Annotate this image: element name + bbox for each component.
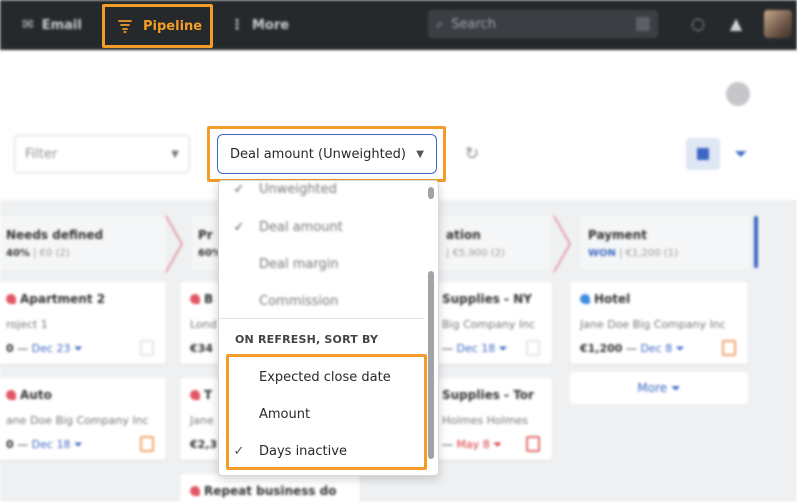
option-label: Commission bbox=[259, 293, 339, 309]
deal-org: Jane Doe Big Company Inc bbox=[580, 318, 726, 331]
stage-header[interactable]: ation | €5,900 (2) bbox=[438, 216, 550, 270]
deal-org: Holmes Holmes bbox=[442, 414, 529, 427]
deal-status-icon bbox=[190, 294, 200, 304]
search-icon: ⌕ bbox=[436, 16, 444, 32]
settings-gear-icon[interactable] bbox=[726, 82, 750, 106]
caret-down-icon: ▼ bbox=[416, 148, 424, 160]
nav-pipeline[interactable]: Pipeline bbox=[102, 4, 213, 48]
deal-card[interactable]: Supplies - NY Big Company Inc — Dec 18 ⏷ bbox=[434, 282, 552, 364]
nav-more[interactable]: ⋮ More bbox=[230, 0, 289, 50]
deal-value: 0 — Dec 18 ⏷ bbox=[6, 438, 83, 451]
deal-title: Repeat business do bbox=[190, 484, 337, 498]
deal-status-icon bbox=[6, 390, 16, 400]
deal-card[interactable]: T Jane €2,3 bbox=[180, 378, 220, 460]
deal-status-icon bbox=[580, 294, 590, 304]
dropdown-divider bbox=[219, 318, 425, 319]
deal-org: roject 1 bbox=[6, 318, 48, 331]
stage-title: Needs defined bbox=[6, 228, 104, 242]
sort-section-heading: ON REFRESH, SORT BY bbox=[235, 333, 379, 346]
dropdown-option-unweighted[interactable]: ✓ Unweighted bbox=[219, 181, 425, 207]
filter-select[interactable]: Filter ▼ bbox=[14, 135, 190, 173]
deal-title: Supplies - Tor bbox=[442, 388, 534, 402]
activity-icon[interactable] bbox=[140, 340, 154, 356]
deal-status-icon bbox=[190, 486, 200, 496]
nav-pipeline-label: Pipeline bbox=[143, 18, 203, 34]
deal-card[interactable]: Repeat business do bbox=[180, 474, 360, 502]
activity-icon[interactable] bbox=[722, 340, 736, 356]
board-view-button[interactable] bbox=[686, 138, 720, 170]
deal-title: Hotel bbox=[580, 292, 630, 306]
deal-card[interactable]: Apartment 2 roject 1 0 — Dec 23 ⏷ bbox=[0, 282, 166, 364]
scrollbar-thumb[interactable] bbox=[428, 271, 434, 459]
funnel-icon bbox=[118, 20, 132, 33]
stage-header[interactable]: Payment WON | €1,200 (1) bbox=[580, 216, 750, 270]
activity-icon[interactable] bbox=[526, 436, 540, 452]
deal-title: Supplies - NY bbox=[442, 292, 532, 306]
highlight-frame-sort-options bbox=[226, 354, 427, 470]
dropdown-option-deal-amount[interactable]: ✓ Deal amount bbox=[219, 209, 425, 245]
deal-org: Jane bbox=[190, 414, 214, 427]
stage-summary: WON | €1,200 (1) bbox=[588, 248, 678, 259]
nav-email[interactable]: ✉ Email bbox=[22, 0, 82, 50]
envelope-icon: ✉ bbox=[22, 17, 34, 33]
chevron-down-icon: ▼ bbox=[171, 148, 179, 160]
deal-value: — May 8 ⏷ bbox=[442, 438, 503, 451]
sum-by-select[interactable]: Deal amount (Unweighted) ▼ bbox=[217, 134, 437, 174]
stage-summary: 40% | €0 (2) bbox=[6, 248, 70, 259]
check-icon: ✓ bbox=[233, 219, 245, 235]
deal-title: Auto bbox=[6, 388, 52, 402]
deal-value: €2,3 bbox=[190, 438, 218, 451]
deal-title: Apartment 2 bbox=[6, 292, 105, 306]
deal-title: B bbox=[190, 292, 213, 306]
activity-icon[interactable] bbox=[526, 340, 540, 356]
option-label: Deal amount bbox=[259, 219, 343, 235]
stage-arrow-icon bbox=[553, 215, 572, 273]
activity-icon[interactable] bbox=[140, 436, 154, 452]
nav-more-label: More bbox=[252, 17, 290, 33]
scrollbar-top-handle[interactable] bbox=[428, 187, 434, 199]
nav-email-label: Email bbox=[41, 17, 82, 33]
deal-value: 0 — Dec 23 ⏷ bbox=[6, 342, 83, 355]
deal-value: €34 bbox=[190, 342, 213, 355]
dropdown-option-commission[interactable]: Commission bbox=[219, 283, 425, 319]
deal-title: T bbox=[190, 388, 212, 402]
deal-card[interactable]: Supplies - Tor Holmes Holmes — May 8 ⏷ bbox=[434, 378, 552, 460]
deal-status-icon bbox=[6, 294, 16, 304]
funnel-filter-icon[interactable]: ⏷ bbox=[732, 144, 750, 164]
show-more-button[interactable]: More ⏷ bbox=[570, 372, 748, 404]
deal-org: Big Company Inc bbox=[442, 318, 536, 331]
refresh-icon[interactable]: ↻ bbox=[462, 144, 482, 164]
search-shortcut-icon bbox=[636, 17, 650, 31]
sum-by-selected-value: Deal amount (Unweighted) bbox=[230, 146, 406, 162]
search-input[interactable]: ⌕ Search bbox=[428, 10, 658, 38]
filter-label: Filter bbox=[25, 146, 58, 162]
stage-arrow-icon bbox=[165, 215, 184, 273]
deal-org: ane Doe Big Company Inc bbox=[6, 414, 149, 427]
vertical-dots-icon: ⋮ bbox=[230, 17, 244, 33]
graduation-cap-icon[interactable]: ▲ bbox=[726, 14, 746, 34]
deal-card[interactable]: B Lond €34 bbox=[180, 282, 220, 364]
deal-card[interactable]: Hotel Jane Doe Big Company Inc €1,200 — … bbox=[570, 282, 748, 364]
stage-title: Payment bbox=[588, 228, 647, 242]
deal-value: — Dec 18 ⏷ bbox=[442, 342, 508, 355]
option-label: Deal margin bbox=[259, 256, 339, 272]
stage-title: ation bbox=[446, 228, 481, 242]
deal-org: Lond bbox=[190, 318, 217, 331]
deal-status-icon bbox=[190, 390, 200, 400]
check-icon: ✓ bbox=[233, 181, 245, 197]
option-label: Unweighted bbox=[259, 181, 337, 197]
search-placeholder: Search bbox=[451, 16, 496, 32]
avatar[interactable] bbox=[764, 10, 792, 38]
stage-header[interactable]: Needs defined 40% | €0 (2) bbox=[0, 216, 166, 270]
dropdown-scrollbar[interactable] bbox=[427, 187, 435, 471]
dropdown-option-deal-margin[interactable]: Deal margin bbox=[219, 246, 425, 282]
lightbulb-icon[interactable]: ◌ bbox=[688, 14, 708, 34]
stage-title: Pr bbox=[198, 228, 213, 242]
deal-card[interactable]: Auto ane Doe Big Company Inc 0 — Dec 18 … bbox=[0, 378, 166, 460]
stage-summary: | €5,900 (2) bbox=[446, 248, 505, 259]
deal-value: €1,200 — Dec 8 ⏷ bbox=[580, 342, 685, 355]
column-scroll-indicator bbox=[754, 216, 758, 268]
